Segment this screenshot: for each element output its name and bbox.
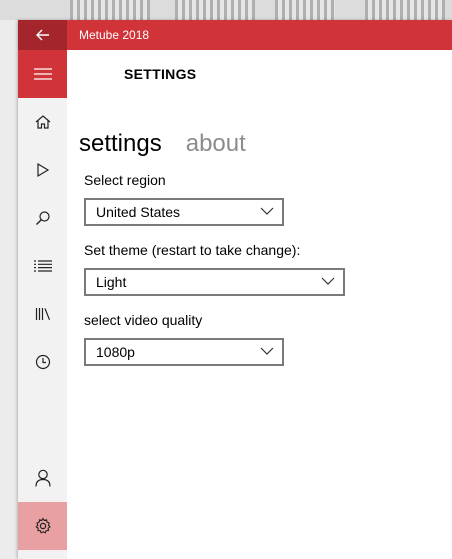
nav-search-button[interactable] <box>18 194 67 242</box>
chevron-down-icon <box>321 277 335 285</box>
page-title: SETTINGS <box>124 66 197 82</box>
search-icon <box>35 211 50 225</box>
background-strip <box>0 20 18 559</box>
desktop-wallpaper <box>0 0 452 20</box>
nav-account-button[interactable] <box>18 454 67 502</box>
app-window: Metube 2018 SETTINGS settings about Sele… <box>18 20 452 559</box>
list-icon <box>33 260 52 272</box>
region-value: United States <box>96 204 181 220</box>
settings-page: SETTINGS settings about Select region Un… <box>67 50 452 559</box>
pivot-tabs: settings about <box>79 130 246 158</box>
settings-icon <box>34 517 51 534</box>
navigation-pane <box>18 50 67 559</box>
nav-home-button[interactable] <box>18 98 67 146</box>
nav-library-button[interactable] <box>18 290 67 338</box>
nav-history-button[interactable] <box>18 338 67 386</box>
back-button[interactable] <box>18 20 67 50</box>
chevron-down-icon <box>260 347 274 355</box>
theme-dropdown[interactable]: Light <box>84 268 345 296</box>
chevron-down-icon <box>260 207 274 215</box>
nav-settings-button[interactable] <box>18 502 67 550</box>
theme-label: Set theme (restart to take change): <box>84 242 301 258</box>
theme-value: Light <box>96 274 127 290</box>
quality-label: select video quality <box>84 312 203 328</box>
tab-about[interactable]: about <box>186 130 246 158</box>
nav-play-button[interactable] <box>18 146 67 194</box>
quality-dropdown[interactable]: 1080p <box>84 338 284 366</box>
title-bar: Metube 2018 <box>18 20 452 50</box>
home-icon <box>35 115 50 129</box>
hamburger-menu-button[interactable] <box>18 50 67 98</box>
hamburger-icon <box>33 68 52 80</box>
region-dropdown[interactable]: United States <box>84 198 284 226</box>
library-icon <box>35 308 50 321</box>
region-label: Select region <box>84 172 166 188</box>
play-icon <box>36 162 49 178</box>
app-title: Metube 2018 <box>79 28 150 42</box>
nav-list-button[interactable] <box>18 242 67 290</box>
quality-value: 1080p <box>96 344 135 360</box>
back-arrow-icon <box>35 29 49 41</box>
history-icon <box>35 354 50 370</box>
tab-settings[interactable]: settings <box>79 130 162 158</box>
account-icon <box>34 469 51 487</box>
